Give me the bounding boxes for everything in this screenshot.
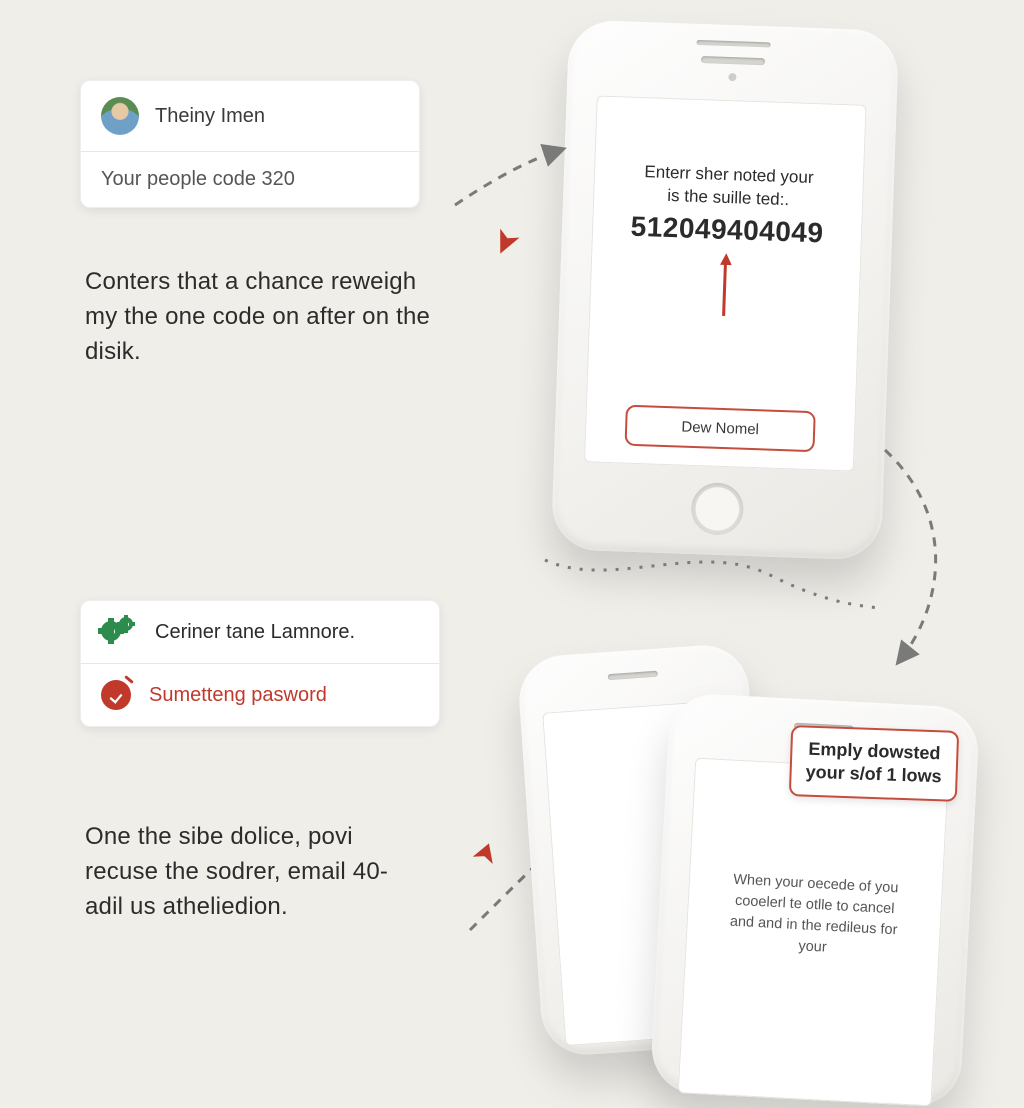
callout-l2: your s/of 1 lows [805,762,942,787]
step2-description: One the sibe dolice, povi recuse the sod… [85,820,405,924]
phone-top-bar [697,40,771,48]
avatar [101,97,139,135]
password-label: Sumetteng pasword [149,684,327,707]
submit-code-button[interactable]: Dew Nomel [625,405,816,453]
callout-bubble: Emply dowsted your s/of 1 lows [789,725,959,802]
msg-l3: and and in the redileus for [729,914,897,939]
phone-camera [728,73,736,81]
home-button[interactable] [690,482,744,536]
check-badge-icon [101,680,131,710]
sms-body: Your people code 320 [101,168,295,191]
step1-description: Conters that a chance reweigh my the one… [85,265,445,369]
gears-icon [101,617,137,647]
sms-card: Theiny Imen Your people code 320 [80,80,420,208]
arrow-up-icon [714,252,736,317]
settings-card: Ceriner tane Lamnore. Sumetteng pasword [80,600,440,727]
settings-label: Ceriner tane Lamnore. [155,621,355,644]
phone-speaker [608,671,658,680]
msg-l2: cooelerl te otlle to cancel [735,893,895,917]
code-number: 512049404049 [630,211,824,250]
enter-code-prompt: Enterr sher noted your is the suille ted… [643,161,814,213]
sms-sender-row: Theiny Imen [81,81,419,151]
password-row[interactable]: Sumetteng pasword [81,663,439,726]
phone-screen: Enterr sher noted your is the suille ted… [584,95,867,471]
prompt-line1: Enterr sher noted your [644,162,814,187]
prompt-line2: is the suille ted:. [667,186,789,209]
phone-enter-code: Enterr sher noted your is the suille ted… [551,19,899,560]
arrowhead-icon: ➤ [466,837,506,868]
sender-name: Theiny Imen [155,105,265,128]
sms-body-row: Your people code 320 [81,151,419,207]
confirmation-message: When your oecede of you cooelerl te otll… [718,869,910,963]
settings-row[interactable]: Ceriner tane Lamnore. [81,601,439,663]
msg-l4: your [798,938,827,955]
phone-speaker [701,56,765,65]
arrowhead-icon: ➤ [484,224,526,262]
callout-l1: Emply dowsted [808,739,941,764]
phone-screen: When your oecede of you cooelerl te otll… [678,758,949,1107]
msg-l1: When your oecede of you [733,872,899,897]
